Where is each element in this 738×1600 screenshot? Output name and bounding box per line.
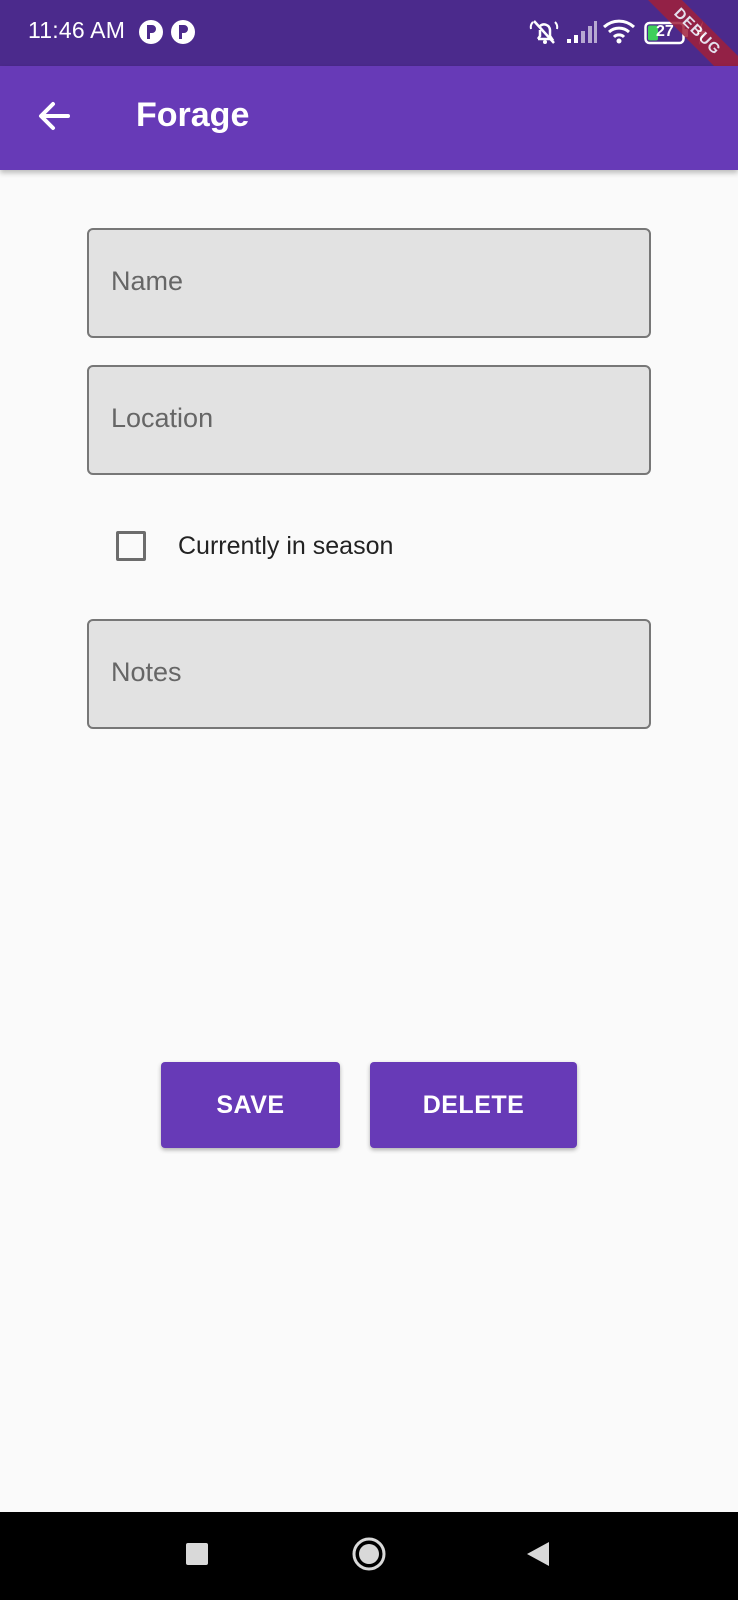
recents-button[interactable]	[157, 1512, 237, 1600]
recents-square-icon	[185, 1542, 209, 1571]
notes-field[interactable]: Notes	[87, 619, 651, 729]
back-button[interactable]	[26, 90, 82, 146]
do-not-disturb-icon	[528, 17, 560, 52]
location-field[interactable]: Location	[87, 365, 651, 475]
wifi-icon	[602, 18, 636, 49]
app-notification-icon	[138, 19, 164, 45]
status-bar: 11:46 AM 27 DEBUG	[0, 0, 738, 94]
notes-placeholder: Notes	[111, 657, 182, 687]
status-time: 11:46 AM	[28, 17, 126, 43]
app-notification-icon	[170, 19, 196, 45]
system-nav-bar	[0, 1512, 738, 1600]
signal-icon	[566, 20, 598, 49]
save-button[interactable]: SAVE	[161, 1062, 340, 1148]
home-button[interactable]	[329, 1512, 409, 1600]
location-placeholder: Location	[111, 403, 214, 433]
back-triangle-icon	[525, 1540, 551, 1573]
app-bar: Forage	[0, 66, 738, 170]
arrow-back-icon	[36, 98, 72, 139]
in-season-checkbox[interactable]	[116, 531, 146, 561]
name-field[interactable]: Name	[87, 228, 651, 338]
delete-button[interactable]: DELETE	[370, 1062, 577, 1148]
home-circle-icon	[351, 1536, 387, 1577]
in-season-label: Currently in season	[178, 532, 394, 560]
system-back-button[interactable]	[498, 1512, 578, 1600]
name-placeholder: Name	[111, 266, 184, 296]
page-title: Forage	[136, 96, 250, 134]
battery-level: 27	[656, 23, 674, 40]
in-season-row[interactable]: Currently in season	[114, 528, 534, 568]
